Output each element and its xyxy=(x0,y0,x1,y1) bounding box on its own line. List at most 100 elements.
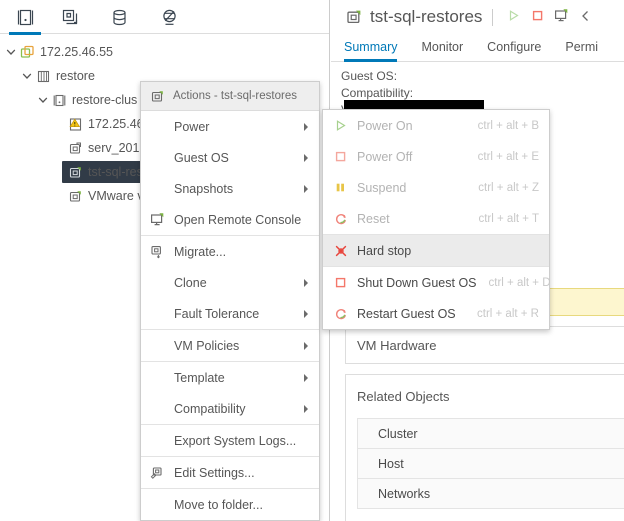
menu-item-move-to-folder[interactable]: Move to folder... xyxy=(141,489,319,520)
submenu-arrow-icon xyxy=(304,122,308,131)
menu-item-label: Template xyxy=(174,370,225,385)
submenu-item-restart-guest-os[interactable]: Restart Guest OS ctrl + alt + R xyxy=(323,298,549,329)
menu-item-label: Fault Tolerance xyxy=(174,306,260,321)
table-row[interactable]: Networks xyxy=(358,479,624,509)
tree-item-label: 172.25.46.55 xyxy=(40,45,113,59)
inventory-tab-datastores[interactable] xyxy=(102,4,136,30)
vms-and-templates-icon xyxy=(61,8,80,27)
vm-hardware-card[interactable]: VM Hardware xyxy=(345,326,624,364)
vm-on-icon xyxy=(345,8,363,26)
submenu-item-shortcut: ctrl + alt + T xyxy=(478,212,539,225)
guest-os-label: Guest OS: xyxy=(341,69,398,83)
menu-item-snapshots[interactable]: Snapshots xyxy=(141,173,319,204)
object-tab-bar: Summary Monitor Configure Permi xyxy=(331,34,624,62)
power-submenu-group: Power On ctrl + alt + B Power Off ctrl +… xyxy=(323,110,549,235)
menu-item-compatibility[interactable]: Compatibility xyxy=(141,393,319,424)
more-actions-chevron[interactable] xyxy=(575,7,596,28)
object-header: tst-sql-restores xyxy=(331,0,624,34)
submenu-arrow-icon xyxy=(304,278,308,287)
host-warning-icon xyxy=(66,115,84,133)
submenu-item-shortcut: ctrl + alt + R xyxy=(477,307,539,320)
stop-icon xyxy=(332,276,349,289)
menu-item-label: Edit Settings... xyxy=(174,465,255,480)
inventory-tab-hosts-and-clusters[interactable] xyxy=(8,4,42,35)
remote-console-icon xyxy=(554,8,569,26)
context-menu-group: VM Policies xyxy=(141,330,319,362)
submenu-item-label: Reset xyxy=(357,211,390,226)
related-objects-title: Related Objects xyxy=(357,389,450,404)
play-icon xyxy=(332,119,349,132)
submenu-item-shortcut: ctrl + alt + B xyxy=(477,119,539,132)
selection-highlight: tst-sql-res xyxy=(62,161,149,183)
expand-caret-down-icon[interactable] xyxy=(4,45,18,59)
vcenter-icon xyxy=(18,43,36,61)
menu-item-guest-os[interactable]: Guest OS xyxy=(141,142,319,173)
network-icon xyxy=(160,8,179,27)
submenu-arrow-icon xyxy=(304,184,308,193)
menu-item-label: Snapshots xyxy=(174,181,234,196)
submenu-item-label: Power Off xyxy=(357,149,413,164)
submenu-item-power-off[interactable]: Power Off ctrl + alt + E xyxy=(323,141,549,172)
power-submenu-group: Shut Down Guest OS ctrl + alt + D Restar… xyxy=(323,267,551,329)
menu-item-vm-policies[interactable]: VM Policies xyxy=(141,330,319,361)
inventory-tab-vms-and-templates[interactable] xyxy=(53,4,87,30)
expand-caret-down-icon[interactable] xyxy=(20,69,34,83)
cluster-icon xyxy=(50,91,68,109)
menu-item-clone[interactable]: Clone xyxy=(141,267,319,298)
inventory-tab-networks[interactable] xyxy=(152,4,186,30)
context-menu-group: Edit Settings... xyxy=(141,457,319,489)
submenu-arrow-icon xyxy=(304,309,308,318)
reset-icon xyxy=(332,307,349,321)
hard-stop-icon xyxy=(332,244,349,258)
context-menu-group: Move to folder... xyxy=(141,489,319,520)
power-submenu-group: Hard stop xyxy=(323,235,549,267)
menu-item-label: Migrate... xyxy=(174,244,227,259)
tab-configure[interactable]: Configure xyxy=(487,40,541,61)
table-row[interactable]: Host xyxy=(358,449,624,479)
submenu-item-shortcut: ctrl + alt + E xyxy=(477,150,539,163)
submenu-item-hard-stop[interactable]: Hard stop xyxy=(323,235,549,266)
remote-console-icon xyxy=(150,212,167,227)
submenu-item-shut-down-guest-os[interactable]: Shut Down Guest OS ctrl + alt + D xyxy=(323,267,551,298)
menu-item-label: Export System Logs... xyxy=(174,433,297,448)
context-menu-header: Actions - tst-sql-restores xyxy=(141,82,319,111)
menu-item-power[interactable]: Power xyxy=(141,111,319,142)
submenu-arrow-icon xyxy=(304,404,308,413)
context-menu-group: Migrate... Clone Fault Tolerance xyxy=(141,236,319,330)
redaction-bar xyxy=(344,100,484,109)
menu-item-label: VM Policies xyxy=(174,338,240,353)
menu-item-open-remote-console[interactable]: Open Remote Console xyxy=(141,204,319,235)
submenu-item-power-on[interactable]: Power On ctrl + alt + B xyxy=(323,110,549,141)
menu-item-export-system-logs[interactable]: Export System Logs... xyxy=(141,425,319,456)
submenu-item-suspend[interactable]: Suspend ctrl + alt + Z xyxy=(323,172,549,203)
tab-monitor[interactable]: Monitor xyxy=(421,40,463,61)
launch-console-action[interactable] xyxy=(551,7,572,28)
power-off-action[interactable] xyxy=(527,7,548,28)
expand-caret-down-icon[interactable] xyxy=(36,93,50,107)
menu-item-template[interactable]: Template xyxy=(141,362,319,393)
menu-item-migrate[interactable]: Migrate... xyxy=(141,236,319,267)
tree-item-label: serv_2019 xyxy=(88,141,147,155)
context-menu-header-label: Actions - tst-sql-restores xyxy=(173,90,297,102)
datastore-icon xyxy=(110,8,129,27)
submenu-item-reset[interactable]: Reset ctrl + alt + T xyxy=(323,203,549,234)
tab-permissions[interactable]: Permi xyxy=(565,40,598,61)
power-on-action[interactable] xyxy=(503,7,524,28)
submenu-arrow-icon xyxy=(304,341,308,350)
menu-item-label: Power xyxy=(174,119,210,134)
reset-icon xyxy=(332,212,349,226)
tree-item-vcenter[interactable]: 172.25.46.55 xyxy=(0,40,329,64)
tree-item-label: restore xyxy=(56,69,95,83)
submenu-item-label: Restart Guest OS xyxy=(357,306,456,321)
menu-item-fault-tolerance[interactable]: Fault Tolerance xyxy=(141,298,319,329)
stop-icon xyxy=(531,9,544,25)
submenu-item-shortcut: ctrl + alt + D xyxy=(488,276,551,289)
tab-summary[interactable]: Summary xyxy=(344,40,398,62)
menu-item-label: Move to folder... xyxy=(174,497,263,512)
table-row[interactable]: Cluster xyxy=(358,419,624,449)
menu-item-edit-settings[interactable]: Edit Settings... xyxy=(141,457,319,488)
submenu-item-label: Suspend xyxy=(357,180,407,195)
submenu-item-shortcut: ctrl + alt + Z xyxy=(478,181,539,194)
context-menu-group: Power Guest OS Snapshots Open Remote Con… xyxy=(141,111,319,236)
stop-icon xyxy=(332,150,349,163)
